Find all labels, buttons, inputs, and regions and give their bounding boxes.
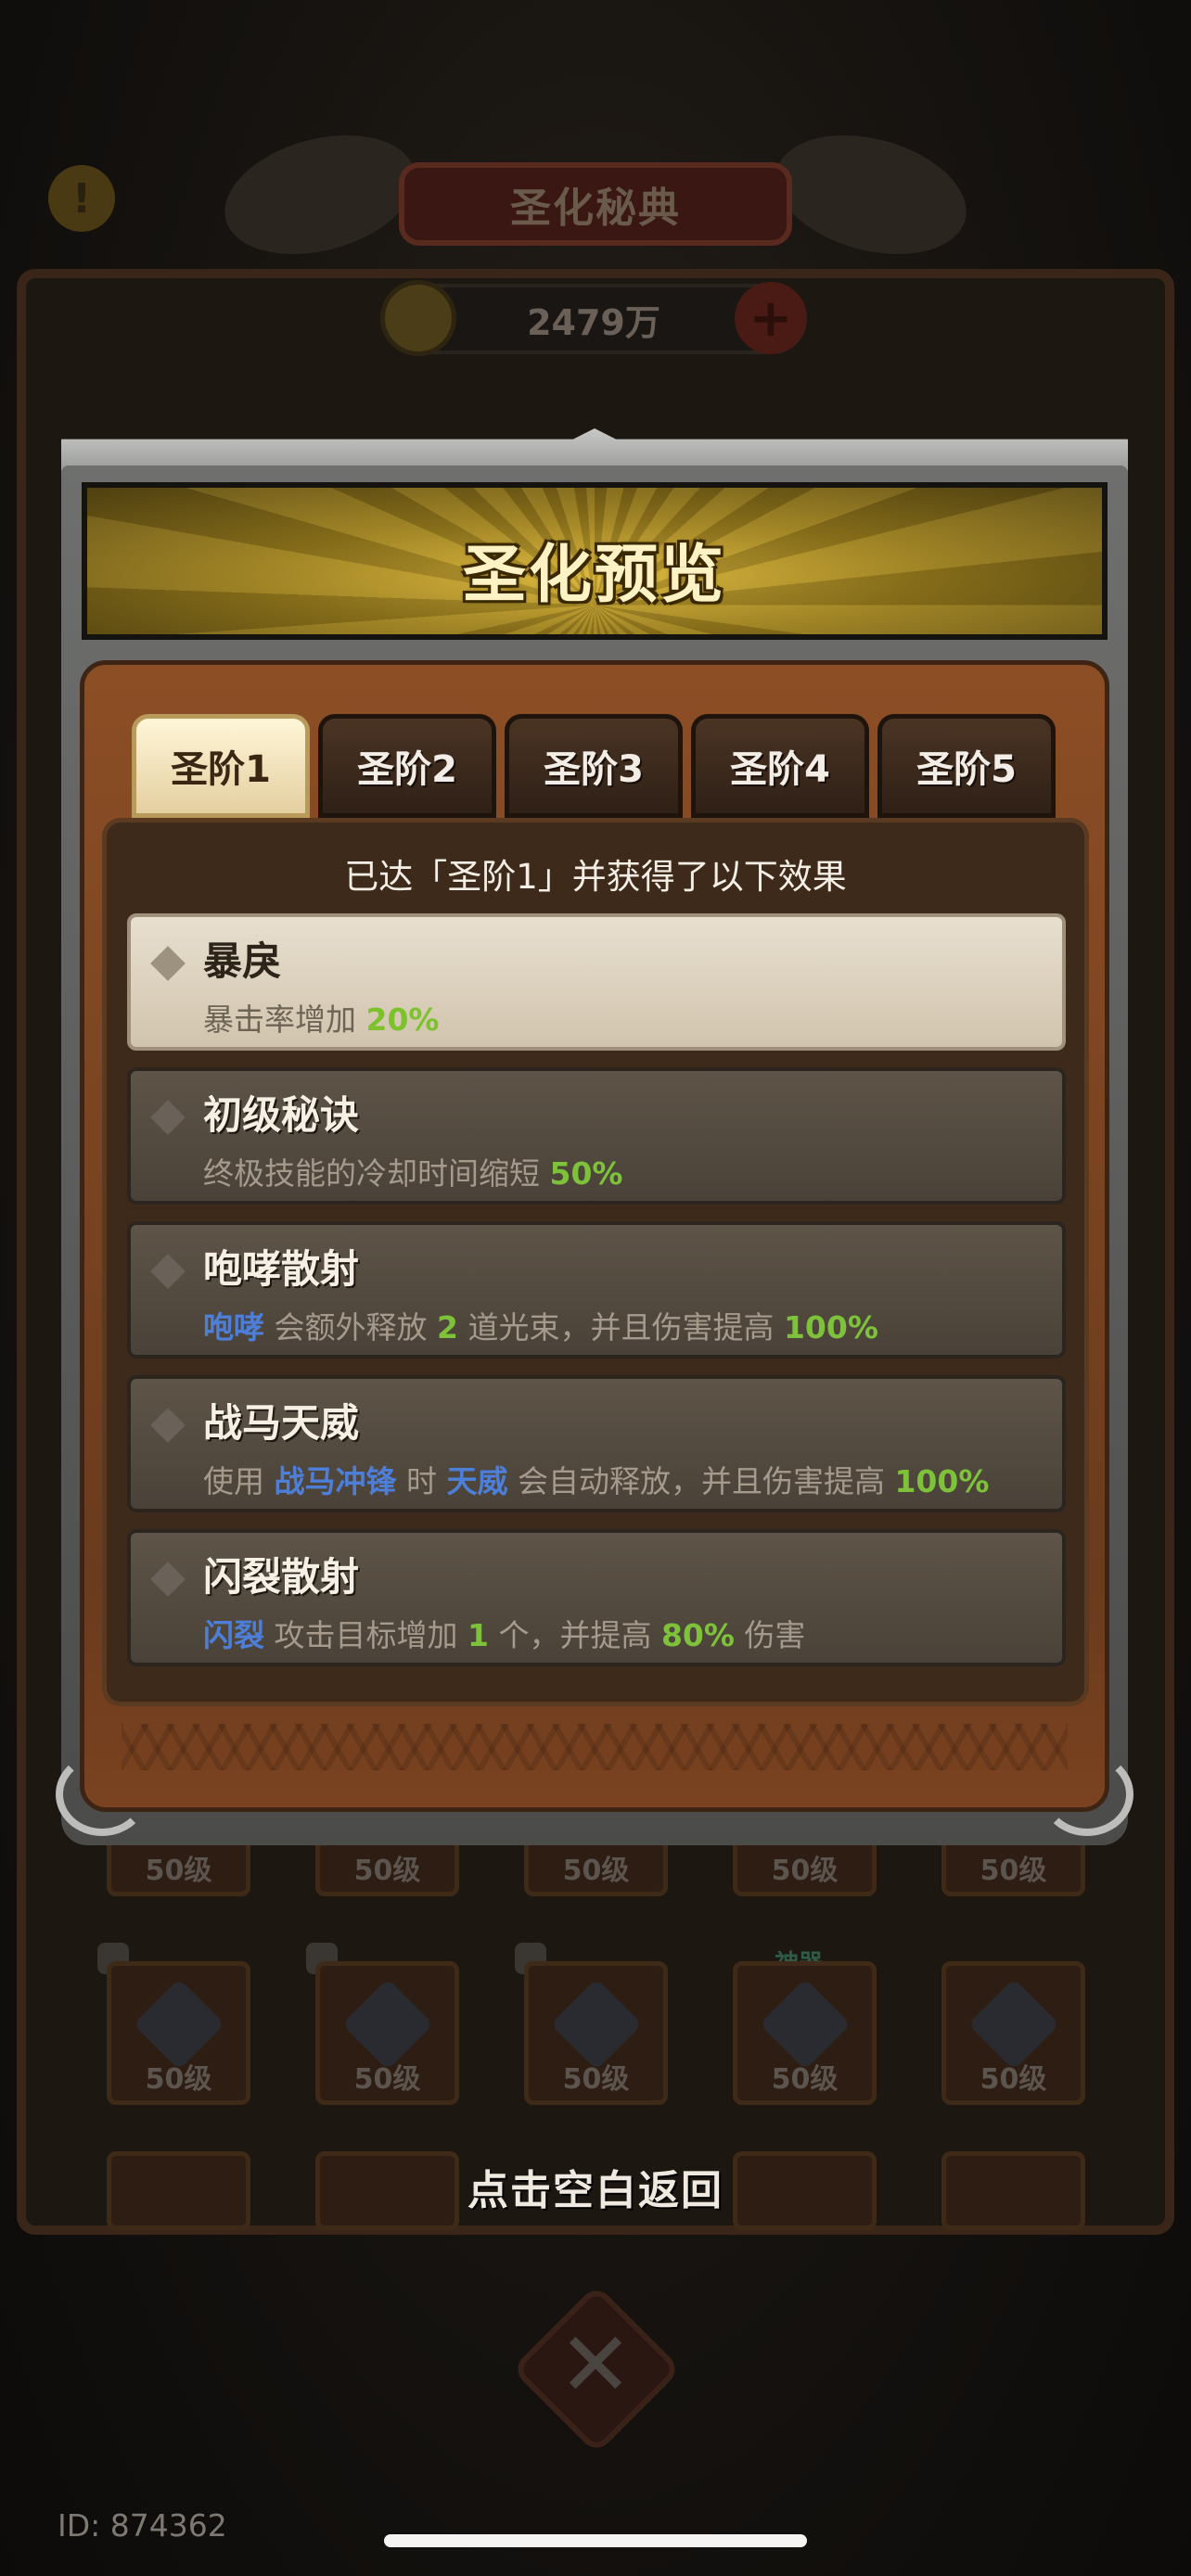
tier-tabs: 圣阶1 圣阶2 圣阶3 圣阶4 圣阶5 <box>132 714 1059 818</box>
diamond-icon <box>150 1408 186 1443</box>
effect-desc: 终极技能的冷却时间缩短 50% <box>203 1149 623 1193</box>
alert-icon[interactable]: ! <box>48 165 115 232</box>
home-indicator[interactable] <box>384 2534 807 2547</box>
effect-name: 闪裂散射 <box>203 1554 360 1600</box>
tab-tier-5[interactable]: 圣阶5 <box>877 714 1056 818</box>
level-badge: 50级 <box>771 2063 839 2096</box>
coin-icon <box>380 280 456 356</box>
equipment-slot[interactable]: 50级 <box>315 1961 459 2105</box>
diamond-icon <box>150 1562 186 1597</box>
right-corner-ornament <box>1041 1753 1133 1836</box>
effect-desc: 使用 战马冲锋 时 天威 会自动释放，并且伤害提高 100% <box>203 1457 989 1501</box>
tap-blank-to-return-hint: 点击空白返回 <box>467 2167 724 2214</box>
desc-text: 时 <box>396 1463 447 1499</box>
diamond-icon <box>150 946 186 981</box>
desc-text: 攻击目标增加 <box>264 1617 467 1653</box>
tab-tier-1[interactable]: 圣阶1 <box>132 714 310 818</box>
desc-text: 个，并提高 <box>488 1617 661 1653</box>
level-badge: 50级 <box>771 1855 839 1887</box>
level-badge: 50级 <box>980 1855 1047 1887</box>
level-badge: 50级 <box>562 2063 630 2096</box>
desc-text: 使用 <box>203 1463 275 1499</box>
header-title-plate: 圣化秘典 <box>399 162 792 246</box>
diamond-icon <box>150 1254 186 1289</box>
tab-tier-3[interactable]: 圣阶3 <box>505 714 683 818</box>
coin-amount: 2479万 <box>527 301 660 343</box>
add-coin-button[interactable]: + <box>735 282 807 354</box>
desc-text: 会额外释放 <box>264 1309 437 1345</box>
equipment-slot[interactable]: 50级 <box>524 1961 668 2105</box>
effect-value: 2 <box>436 1309 458 1345</box>
level-badge: 50级 <box>980 2063 1047 2096</box>
equipment-slot[interactable]: 50级 <box>733 1961 877 2105</box>
effect-card[interactable]: 咆哮散射 咆哮 会额外释放 2 道光束，并且伤害提高 100% <box>127 1221 1066 1358</box>
effects-list: 暴戾 暴击率增加 20% 初级秘诀 终极技能的冷却时间缩短 50% 咆哮散射 咆… <box>127 913 1066 1683</box>
effects-subtitle: 已达「圣阶1」并获得了以下效果 <box>344 857 847 897</box>
effect-desc: 闪裂 攻击目标增加 1 个，并提高 80% 伤害 <box>203 1611 805 1655</box>
left-corner-ornament <box>56 1753 148 1836</box>
level-badge: 50级 <box>353 1855 421 1887</box>
tab-tier-4[interactable]: 圣阶4 <box>691 714 869 818</box>
effect-desc: 暴击率增加 20% <box>203 995 440 1039</box>
equipment-slot[interactable]: 50级 <box>941 1961 1085 2105</box>
crossed-swords-icon: ✕ <box>557 2313 634 2417</box>
effect-card[interactable]: 初级秘诀 终极技能的冷却时间缩短 50% <box>127 1067 1066 1205</box>
diamond-icon <box>150 1100 186 1135</box>
effect-value: 80% <box>660 1617 735 1653</box>
desc-text: 道光束，并且伤害提高 <box>457 1309 784 1345</box>
effect-value: 20% <box>365 1001 440 1038</box>
effect-name: 战马天威 <box>203 1400 360 1446</box>
user-id: ID: 874362 <box>58 2507 227 2544</box>
effect-name: 暴戾 <box>203 938 282 984</box>
level-badge: 50级 <box>145 1855 212 1887</box>
skill-keyword: 闪裂 <box>203 1617 264 1653</box>
skill-keyword: 战马冲锋 <box>274 1463 397 1499</box>
level-badge: 50级 <box>145 2063 212 2096</box>
effect-card[interactable]: 暴戾 暴击率增加 20% <box>127 913 1066 1051</box>
effect-value: 100% <box>783 1309 878 1345</box>
level-badge: 50级 <box>562 1855 630 1887</box>
level-badge: 50级 <box>353 2063 421 2096</box>
effect-desc: 咆哮 会额外释放 2 道光束，并且伤害提高 100% <box>203 1303 878 1347</box>
skill-keyword: 天威 <box>446 1463 508 1499</box>
effect-value: 1 <box>467 1617 489 1653</box>
effect-value: 100% <box>894 1463 990 1499</box>
effect-value: 50% <box>549 1155 623 1192</box>
zigzag-pattern <box>122 1724 1068 1770</box>
header-title: 圣化秘典 <box>510 185 681 232</box>
effects-content: 已达「圣阶1」并获得了以下效果 暴戾 暴击率增加 20% 初级秘诀 终极技能的冷… <box>102 818 1089 1706</box>
desc-text: 会自动释放，并且伤害提高 <box>507 1463 895 1499</box>
title-banner: 圣化预览 <box>82 482 1108 640</box>
equipment-slot[interactable]: 50级 <box>107 1961 250 2105</box>
effect-card[interactable]: 战马天威 使用 战马冲锋 时 天威 会自动释放，并且伤害提高 100% <box>127 1375 1066 1512</box>
desc-text: 暴击率增加 <box>203 1001 366 1038</box>
desc-text: 伤害 <box>734 1617 806 1653</box>
effect-card[interactable]: 闪裂散射 闪裂 攻击目标增加 1 个，并提高 80% 伤害 <box>127 1529 1066 1666</box>
panel-title: 圣化预览 <box>462 539 726 612</box>
skill-keyword: 咆哮 <box>203 1309 264 1345</box>
tab-tier-2[interactable]: 圣阶2 <box>318 714 496 818</box>
desc-text: 终极技能的冷却时间缩短 <box>203 1155 550 1192</box>
effect-name: 初级秘诀 <box>203 1092 360 1138</box>
sanctify-preview-panel: 圣化预览 圣阶1 圣阶2 圣阶3 圣阶4 圣阶5 已达「圣阶1」并获得了以下效果… <box>56 428 1133 1845</box>
effect-name: 咆哮散射 <box>203 1246 360 1292</box>
